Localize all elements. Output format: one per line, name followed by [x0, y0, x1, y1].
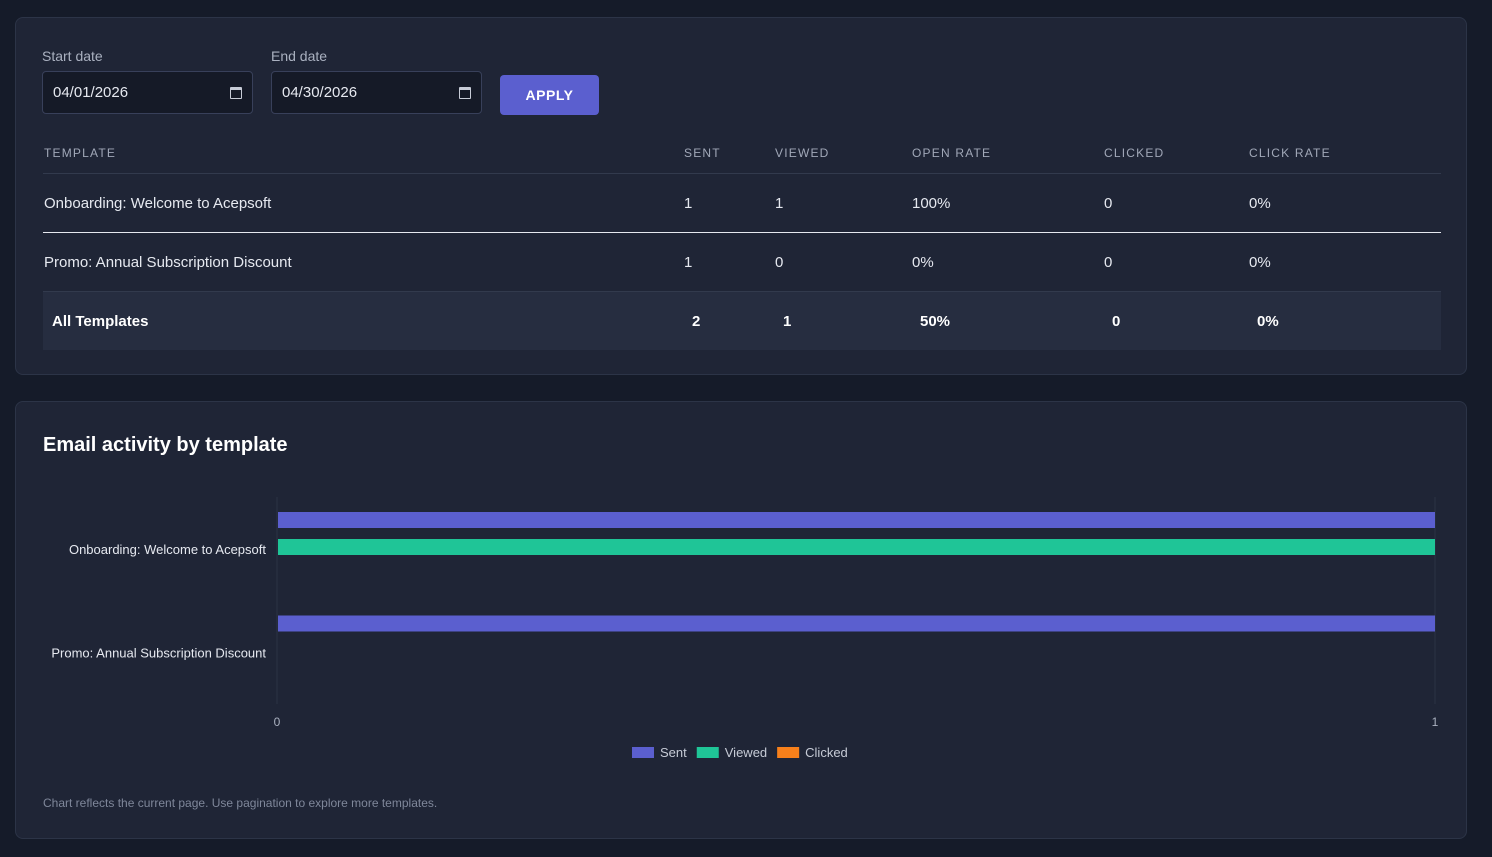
legend-swatch-viewed — [696, 747, 719, 758]
clicked-cell: 0 — [1104, 253, 1113, 271]
chart-card: Email activity by template Onboarding: W… — [15, 401, 1467, 839]
click-rate-cell: 0% — [1249, 253, 1271, 271]
column-header-sent: SENT — [684, 146, 721, 160]
start-date-input[interactable]: 04/01/2026 — [42, 71, 253, 114]
start-date-value: 04/01/2026 — [53, 84, 129, 101]
end-date-value: 04/30/2026 — [282, 84, 358, 101]
open-rate-cell: 0% — [912, 253, 934, 271]
clicked-cell: 0 — [1104, 194, 1113, 212]
legend-label-sent: Sent — [660, 745, 687, 760]
sent-cell: 1 — [684, 253, 693, 271]
category-label: Onboarding: Welcome to Acepsoft — [69, 542, 266, 557]
email-activity-chart: Onboarding: Welcome to Acepsoft Promo: An… — [51, 497, 1439, 760]
table-row[interactable]: Onboarding: Welcome to Acepsoft 1 1 100%… — [43, 174, 1441, 233]
table-header-row: TEMPLATE SENT VIEWED OPEN RATE CLICKED C… — [43, 133, 1441, 174]
column-header-open-rate: OPEN RATE — [912, 146, 992, 160]
legend-swatch-sent — [632, 747, 654, 758]
filters-card: Start date 04/01/2026 End date 04/30/202… — [15, 17, 1467, 375]
chart-title: Email activity by template — [43, 434, 288, 456]
open-rate-cell: 100% — [912, 194, 951, 212]
column-header-click-rate: CLICK RATE — [1249, 146, 1331, 160]
total-click-rate-cell: 0% — [1257, 312, 1279, 330]
template-name-cell: Onboarding: Welcome to Acepsoft — [44, 194, 272, 212]
legend-label-clicked: Clicked — [805, 745, 848, 760]
x-tick-label: 0 — [274, 715, 281, 729]
table-total-row: All Templates 2 1 50% 0 0% — [43, 292, 1441, 350]
table-row[interactable]: Promo: Annual Subscription Discount 1 0 … — [43, 233, 1441, 292]
bar-sent — [278, 615, 1435, 632]
click-rate-cell: 0% — [1249, 194, 1271, 212]
total-viewed-cell: 1 — [783, 312, 792, 330]
calendar-icon[interactable] — [230, 86, 242, 99]
template-stats-table: TEMPLATE SENT VIEWED OPEN RATE CLICKED C… — [43, 133, 1441, 350]
column-header-viewed: VIEWED — [775, 146, 830, 160]
sent-cell: 1 — [684, 194, 693, 212]
total-clicked-cell: 0 — [1112, 312, 1121, 330]
end-date-label: End date — [271, 48, 328, 64]
end-date-input[interactable]: 04/30/2026 — [271, 71, 482, 114]
bar-viewed — [278, 539, 1435, 555]
chart-footnote: Chart reflects the current page. Use pag… — [43, 796, 438, 810]
legend-label-viewed: Viewed — [725, 745, 767, 760]
viewed-cell: 0 — [775, 253, 784, 271]
start-date-label: Start date — [42, 48, 103, 64]
total-open-rate-cell: 50% — [920, 312, 951, 330]
calendar-icon[interactable] — [459, 86, 471, 99]
apply-button[interactable]: APPLY — [500, 75, 599, 115]
column-header-clicked: CLICKED — [1104, 146, 1165, 160]
total-sent-cell: 2 — [692, 312, 701, 330]
template-name-cell: Promo: Annual Subscription Discount — [44, 253, 292, 271]
x-tick-label: 1 — [1432, 715, 1439, 729]
column-header-template: TEMPLATE — [44, 146, 117, 160]
category-label: Promo: Annual Subscription Discount — [51, 645, 266, 660]
legend-swatch-clicked — [777, 747, 800, 758]
bar-sent — [278, 512, 1435, 528]
total-label-cell: All Templates — [52, 312, 149, 330]
viewed-cell: 1 — [775, 194, 784, 212]
